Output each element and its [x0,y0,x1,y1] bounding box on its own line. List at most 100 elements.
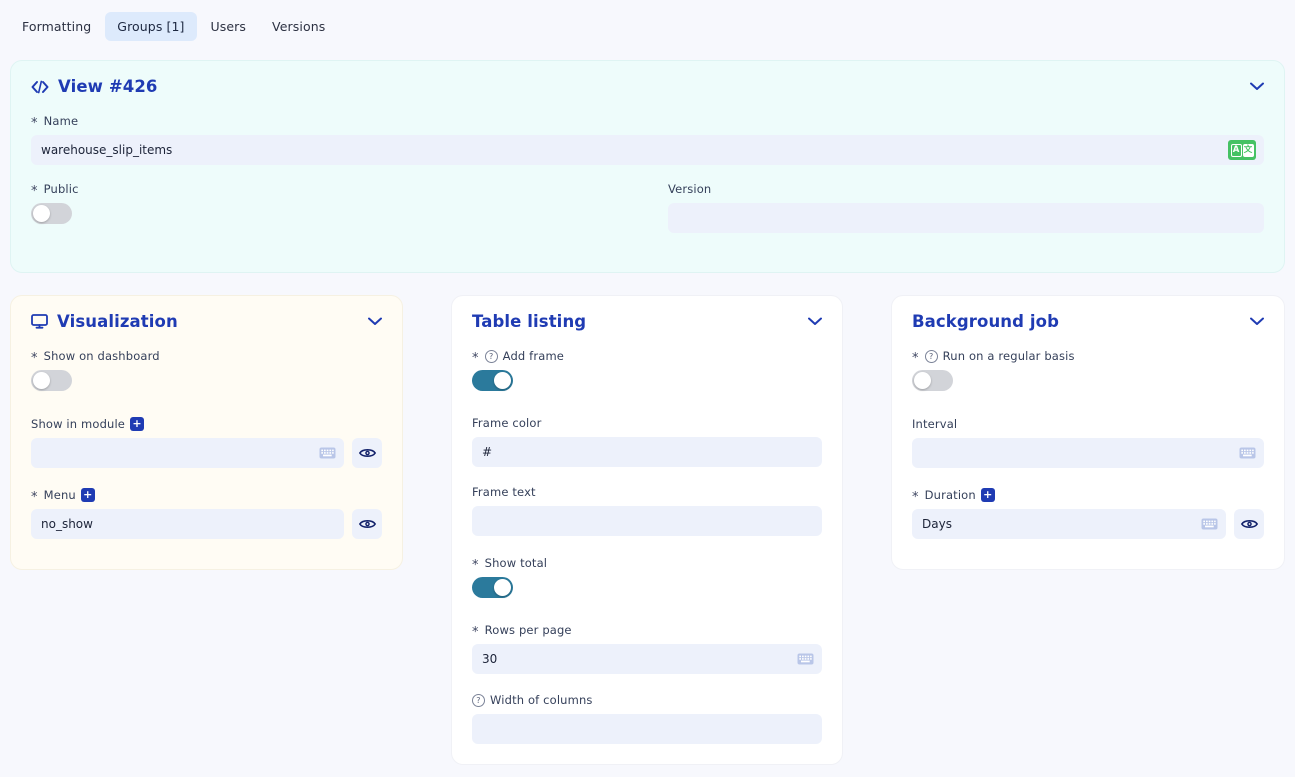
public-label-row: * Public [31,182,643,199]
tab-formatting[interactable]: Formatting [10,12,103,41]
name-field-block: * Name warehouse_slip_items A 文 [11,100,1284,165]
width-of-columns-label: Width of columns [490,693,593,707]
rows-per-page-input-value: 30 [482,652,498,666]
show-in-module-add-icon[interactable]: + [130,417,145,431]
add-frame-toggle[interactable] [472,370,513,391]
required-asterisk: * [31,350,38,366]
frame-color-input[interactable]: # [472,437,822,467]
name-label-row: * Name [31,114,1264,131]
name-input[interactable]: warehouse_slip_items A 文 [31,135,1264,165]
tab-versions[interactable]: Versions [260,12,337,41]
background-job-card-collapse-chevron-down-icon[interactable] [1250,317,1264,326]
keyboard-icon[interactable] [1201,518,1218,530]
menu-add-icon[interactable]: + [80,488,95,502]
table-listing-card-title-group: Table listing [472,312,586,331]
keyboard-icon[interactable] [1239,447,1256,459]
visualization-card-collapse-chevron-down-icon[interactable] [368,317,382,326]
toggle-knob [33,372,50,389]
duration-add-icon[interactable]: + [980,488,995,502]
duration-preview-button[interactable] [1234,509,1264,539]
run-regular-block: * ? Run on a regular basis [912,349,1264,395]
view-card-collapse-chevron-down-icon[interactable] [1250,82,1264,91]
width-of-columns-label-row: ? Width of columns [472,693,822,707]
tab-groups[interactable]: Groups [1] [105,12,197,41]
table-listing-card-title: Table listing [472,312,587,331]
add-frame-label: Add frame [502,349,565,363]
version-label: Version [668,182,712,196]
keyboard-icon[interactable] [319,447,336,459]
frame-color-block: Frame color # [472,416,822,467]
visualization-card-body: * Show on dashboard Show in module + * M… [11,335,402,539]
required-asterisk: * [31,489,38,505]
required-asterisk: * [472,350,479,366]
table-listing-card-header: Table listing [452,296,842,335]
interval-label: Interval [912,417,958,431]
interval-label-row: Interval [912,417,1264,431]
menu-label: Menu [43,488,76,502]
eye-icon [1240,520,1258,528]
frame-color-input-value: # [482,445,493,459]
run-regular-label: Run on a regular basis [942,349,1075,363]
background-job-card-body: * ? Run on a regular basis Interval * Du… [892,335,1284,539]
required-asterisk: * [912,489,919,505]
show-in-module-preview-button[interactable] [352,438,382,468]
required-asterisk: * [472,557,479,573]
show-on-dashboard-label: Show on dashboard [43,349,160,363]
required-asterisk: * [472,624,479,640]
table-listing-card-collapse-chevron-down-icon[interactable] [808,317,822,326]
background-job-card-header: Background job [892,296,1284,335]
rows-per-page-input[interactable]: 30 [472,644,822,674]
interval-input[interactable] [912,438,1264,468]
public-toggle[interactable] [31,203,72,224]
menu-preview-button[interactable] [352,509,382,539]
show-on-dashboard-toggle[interactable] [31,370,72,391]
visualization-card-title-group: Visualization [31,312,178,331]
public-label: Public [43,182,79,196]
add-frame-help-icon[interactable]: ? [484,349,498,363]
duration-label-row: * Duration + [912,488,1264,505]
rows-per-page-label-row: * Rows per page [472,623,822,640]
required-asterisk: * [31,183,38,199]
table-listing-card-body: * ? Add frame Frame color # Frame text *… [452,335,842,744]
show-in-module-input-row [31,438,382,468]
show-on-dashboard-block: * Show on dashboard [31,349,382,395]
required-asterisk: * [31,115,38,131]
run-regular-label-row: * ? Run on a regular basis [912,349,1264,365]
name-input-value: warehouse_slip_items [41,143,173,157]
menu-input[interactable]: no_show [31,509,344,539]
visualization-card-header: Visualization [11,296,402,335]
duration-input-value: Days [922,517,952,531]
toggle-knob [33,205,50,222]
run-regular-toggle[interactable] [912,370,953,391]
view-card-header: View #426 [11,61,1284,100]
version-input[interactable] [668,203,1264,233]
duration-input[interactable]: Days [912,509,1226,539]
frame-text-input[interactable] [472,506,822,536]
show-total-label-row: * Show total [472,556,822,573]
tab-users[interactable]: Users [199,12,259,41]
show-total-toggle[interactable] [472,577,513,598]
monitor-icon [31,314,48,329]
show-in-module-input[interactable] [31,438,344,468]
background-job-card: Background job * ? Run on a regular basi… [891,295,1285,570]
public-field-block: * Public [31,182,643,233]
translate-icon[interactable]: A 文 [1228,140,1256,160]
duration-label: Duration [924,488,976,502]
run-regular-help-icon[interactable]: ? [924,349,938,363]
toggle-knob [914,372,931,389]
show-in-module-block: Show in module + [31,417,382,468]
frame-text-label-row: Frame text [472,485,822,499]
add-frame-label-row: * ? Add frame [472,349,822,366]
public-version-row: * Public Version [11,165,1284,233]
toggle-knob [494,372,511,389]
width-of-columns-help-icon[interactable]: ? [472,693,485,707]
visualization-card-title: Visualization [57,312,178,331]
tab-bar: Formatting Groups [1] Users Versions [0,0,1295,53]
frame-text-label: Frame text [472,485,536,499]
name-label: Name [43,114,79,128]
eye-icon [358,449,376,457]
width-of-columns-input[interactable] [472,714,822,744]
table-listing-card: Table listing * ? Add frame Frame color … [451,295,843,765]
background-job-card-title-group: Background job [912,312,1059,331]
keyboard-icon[interactable] [797,653,814,665]
